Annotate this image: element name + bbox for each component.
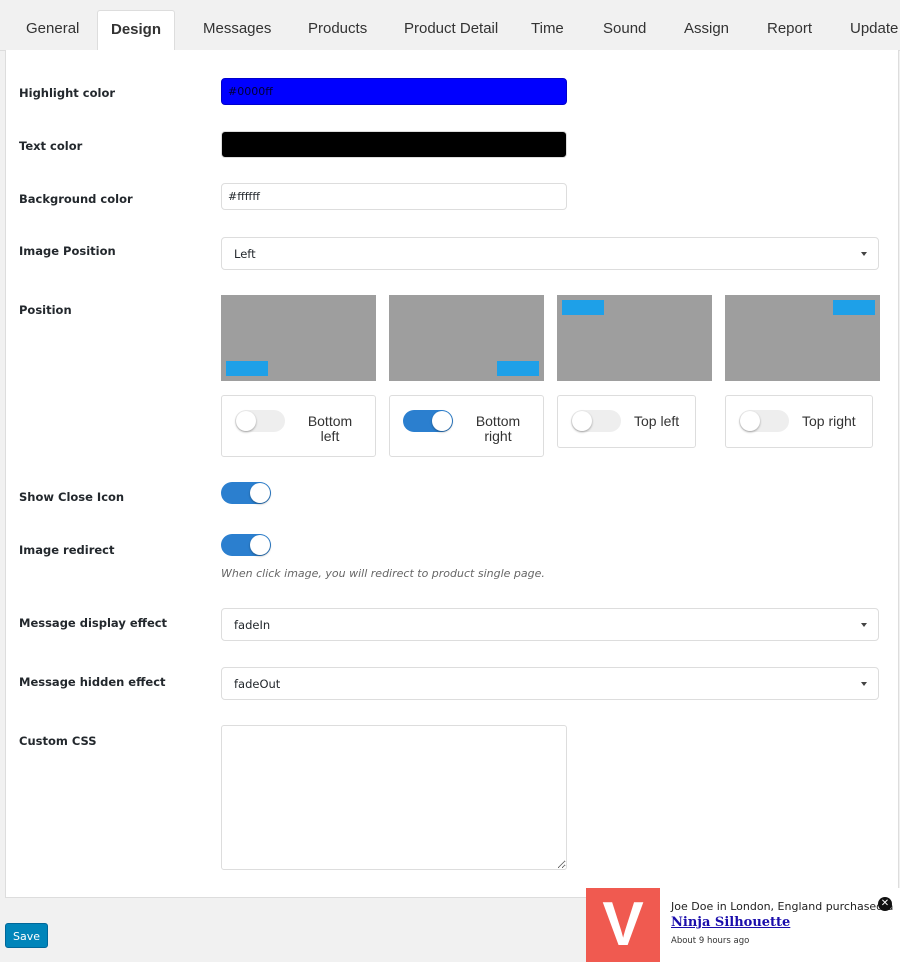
background-color-label: Background color — [19, 192, 133, 206]
save-button[interactable]: Save — [5, 923, 48, 948]
hidden-effect-label: Message hidden effect — [19, 675, 166, 689]
text-color-input[interactable] — [221, 131, 567, 158]
product-logo-image[interactable]: V — [586, 888, 660, 962]
position-option-bottom-left[interactable]: Bottom left — [221, 395, 376, 457]
sales-notification-popup[interactable]: V Joe Doe in London, England purchased a… — [586, 888, 900, 962]
tab-bar: General Design Messages Products Product… — [0, 0, 900, 51]
position-label: Position — [19, 303, 72, 317]
tab-time[interactable]: Time — [531, 10, 564, 51]
display-effect-value: fadeIn — [234, 618, 271, 632]
custom-css-label: Custom CSS — [19, 734, 97, 748]
image-redirect-hint: When click image, you will redirect to p… — [221, 567, 545, 580]
tab-update[interactable]: Update — [850, 10, 898, 51]
tab-report[interactable]: Report — [767, 10, 812, 51]
notification-message: Joe Doe in London, England purchased a — [671, 900, 894, 913]
position-preview-top-left[interactable] — [557, 295, 712, 381]
position-option-bottom-right[interactable]: Bottom right — [389, 395, 544, 457]
preview-popup-marker — [562, 300, 604, 315]
bottom-left-label: Bottom left — [307, 413, 353, 444]
tab-messages[interactable]: Messages — [203, 10, 271, 51]
position-option-top-right[interactable]: Top right — [725, 395, 873, 448]
position-preview-top-right[interactable] — [725, 295, 880, 381]
top-right-toggle[interactable] — [739, 410, 789, 432]
display-effect-label: Message display effect — [19, 616, 168, 630]
image-position-label: Image Position — [19, 244, 116, 258]
hidden-effect-select[interactable]: fadeOut — [221, 667, 879, 700]
position-option-top-left[interactable]: Top left — [557, 395, 696, 448]
preview-popup-marker — [833, 300, 875, 315]
image-redirect-label: Image redirect — [19, 543, 115, 557]
show-close-icon-label: Show Close Icon — [19, 490, 125, 504]
top-left-label: Top left — [634, 413, 680, 429]
position-preview-bottom-left[interactable] — [221, 295, 376, 381]
position-preview-bottom-right[interactable] — [389, 295, 544, 381]
image-redirect-toggle[interactable] — [221, 534, 271, 556]
show-close-icon-toggle[interactable] — [221, 482, 271, 504]
chevron-down-icon — [861, 682, 867, 686]
notification-time: About 9 hours ago — [671, 936, 750, 946]
tab-design[interactable]: Design — [97, 10, 176, 51]
text-color-label: Text color — [19, 139, 83, 153]
background-color-input[interactable]: #ffffff — [221, 183, 567, 210]
tab-products[interactable]: Products — [308, 10, 367, 51]
product-link[interactable]: Ninja Silhouette — [671, 915, 790, 930]
tab-assign[interactable]: Assign — [684, 10, 729, 51]
tab-general[interactable]: General — [26, 10, 79, 51]
image-position-select[interactable]: Left — [221, 237, 879, 270]
top-right-label: Top right — [802, 413, 856, 429]
image-position-value: Left — [234, 247, 256, 261]
preview-popup-marker — [497, 361, 539, 376]
top-left-toggle[interactable] — [571, 410, 621, 432]
hidden-effect-value: fadeOut — [234, 677, 281, 691]
bottom-right-label: Bottom right — [475, 413, 521, 444]
tab-product-detail[interactable]: Product Detail — [404, 10, 498, 51]
highlight-color-input[interactable]: #0000ff — [221, 78, 567, 105]
preview-popup-marker — [226, 361, 268, 376]
custom-css-textarea[interactable] — [221, 725, 567, 870]
bottom-left-toggle[interactable] — [235, 410, 285, 432]
chevron-down-icon — [861, 252, 867, 256]
chevron-down-icon — [861, 623, 867, 627]
display-effect-select[interactable]: fadeIn — [221, 608, 879, 641]
highlight-color-label: Highlight color — [19, 86, 116, 100]
bottom-right-toggle[interactable] — [403, 410, 453, 432]
close-circle-icon[interactable]: ✕ — [878, 897, 892, 911]
tab-sound[interactable]: Sound — [603, 10, 646, 51]
